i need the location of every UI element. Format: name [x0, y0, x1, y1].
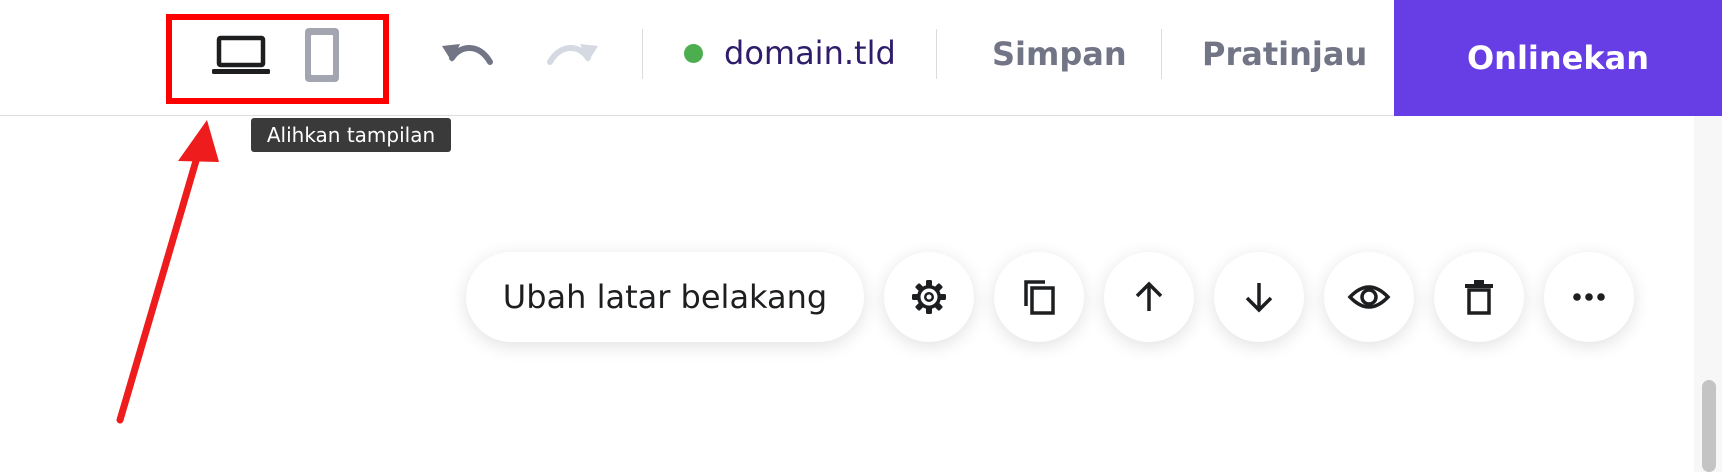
move-down-button[interactable] — [1214, 252, 1304, 342]
publish-button[interactable]: Onlinekan — [1394, 0, 1722, 116]
divider — [936, 29, 937, 79]
settings-button[interactable] — [884, 252, 974, 342]
divider — [642, 29, 643, 79]
scrollbar-thumb[interactable] — [1702, 380, 1716, 472]
delete-button[interactable] — [1434, 252, 1524, 342]
highlight-box — [166, 14, 389, 104]
arrow-up-icon — [1135, 281, 1163, 311]
eye-icon — [1347, 285, 1391, 309]
duplicate-icon — [1024, 280, 1055, 315]
status-dot-icon — [684, 44, 703, 63]
redo-button[interactable] — [542, 30, 604, 80]
divider — [1161, 29, 1162, 79]
redo-icon — [547, 44, 598, 65]
gear-icon — [912, 280, 946, 314]
arrow-down-icon — [1245, 283, 1273, 313]
undo-icon — [442, 44, 493, 65]
trash-icon — [1465, 280, 1493, 315]
domain-label: domain.tld — [724, 34, 896, 72]
more-options-button[interactable] — [1544, 252, 1634, 342]
undo-button[interactable] — [436, 30, 498, 80]
move-up-button[interactable] — [1104, 252, 1194, 342]
preview-button[interactable]: Pratinjau — [1202, 28, 1367, 80]
annotation-arrow — [116, 120, 219, 424]
more-dots-icon — [1573, 293, 1605, 301]
change-background-button[interactable]: Ubah latar belakang — [466, 252, 864, 342]
save-button[interactable]: Simpan — [992, 28, 1127, 80]
duplicate-button[interactable] — [994, 252, 1084, 342]
view-toggle-tooltip: Alihkan tampilan — [251, 118, 451, 152]
toggle-visibility-button[interactable] — [1324, 252, 1414, 342]
